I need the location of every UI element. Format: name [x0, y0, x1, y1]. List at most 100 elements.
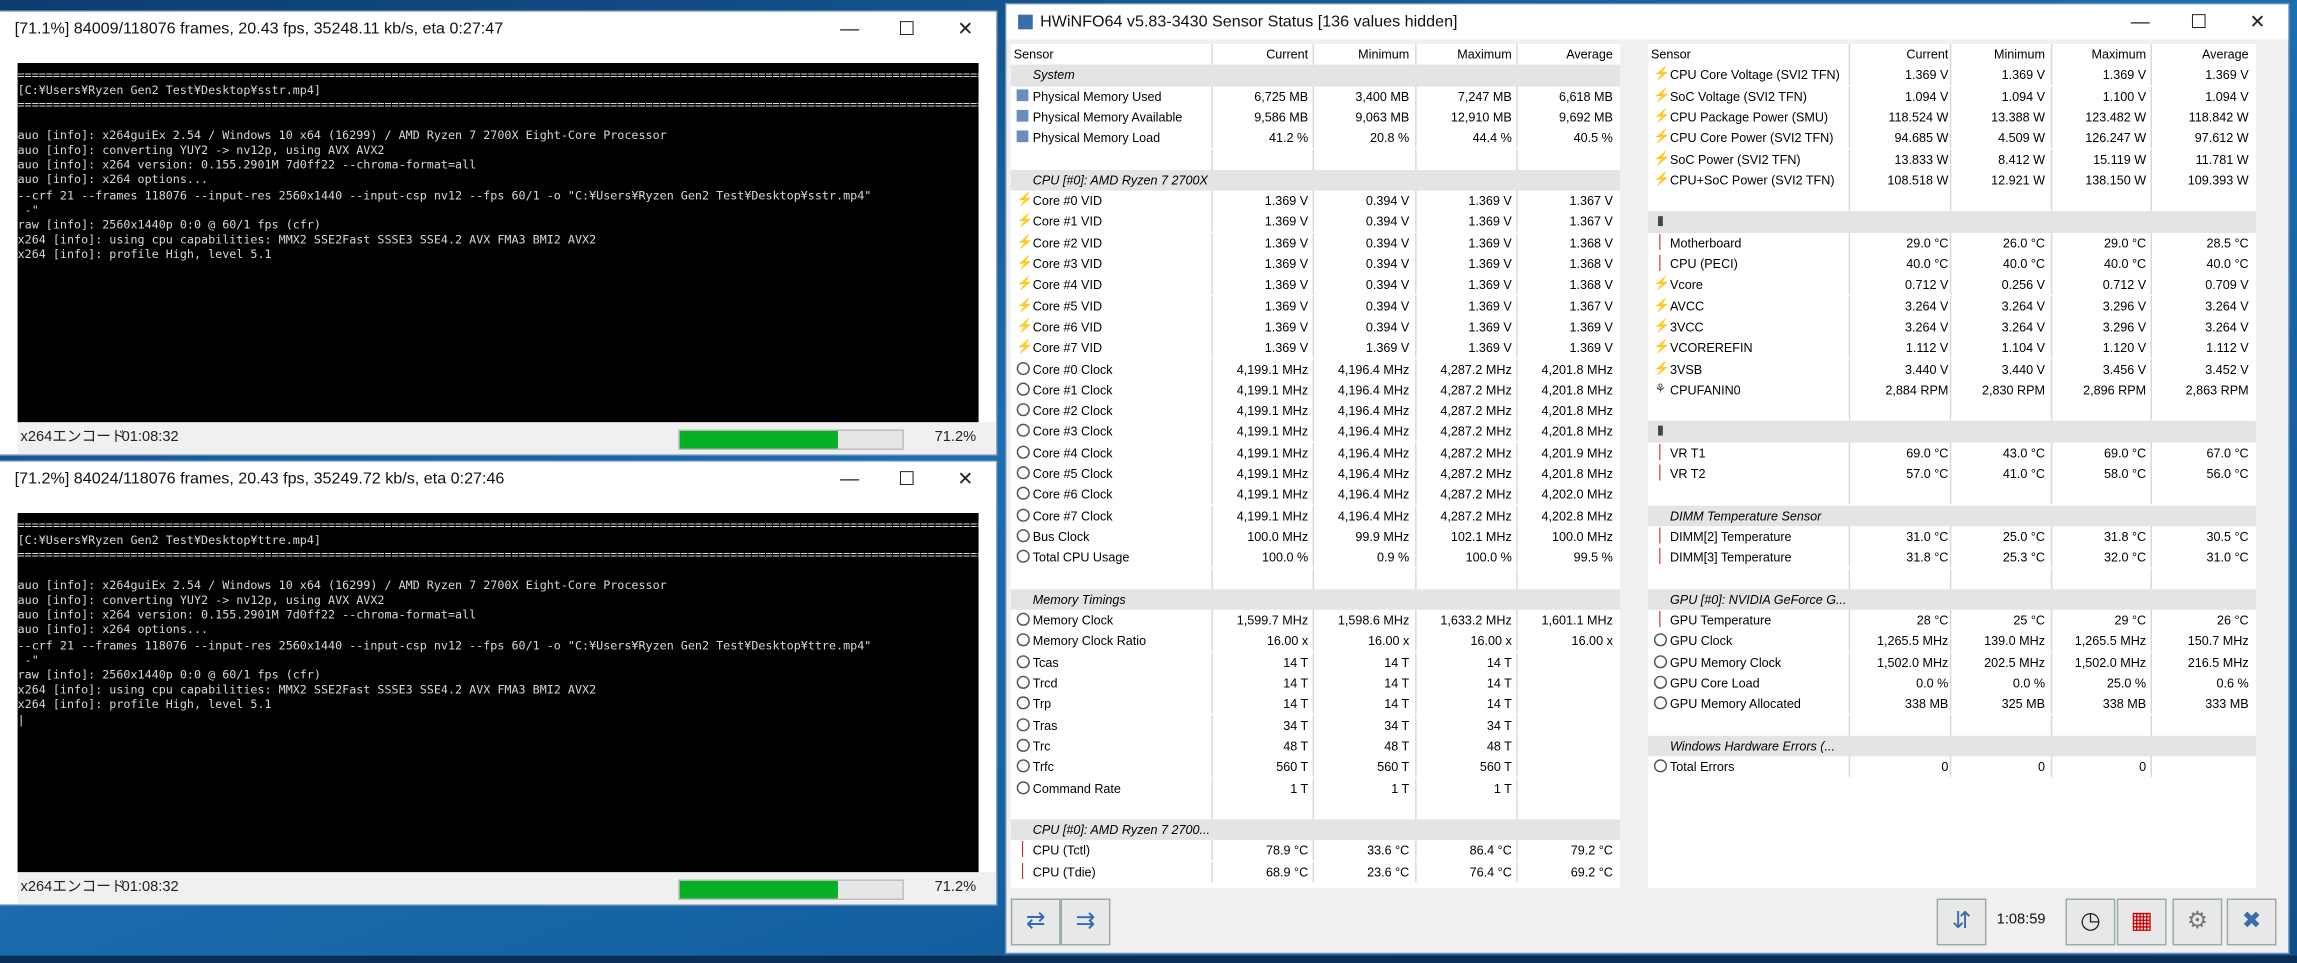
sensor-row[interactable]: ⚡ CPU Package Power (SMU) 118.524 W 13.388 … — [1648, 106, 2256, 128]
sensor-table-right[interactable]: Sensor Current Minimum Maximum Average ⚡ CPU C… — [1648, 43, 2256, 889]
sensor-row[interactable]: GPU Clock 1,265.5 MHz 139.0 MHz 1,265.5 MHz… — [1648, 630, 2256, 652]
network-icon[interactable]: ⇵ — [1936, 898, 1987, 946]
sensor-row[interactable]: ▮ — [1648, 211, 2256, 233]
sensor-row[interactable]: Core #4 Clock 4,199.1 MHz 4,196.4 MHz 4,287… — [1011, 442, 1620, 463]
sensor-group-header[interactable]: CPU [#0]: AMD Ryzen 7 2700X — [1010, 169, 1621, 191]
reset-button[interactable]: ▦ — [2116, 898, 2167, 946]
column-header[interactable]: Minimum — [1318, 44, 1409, 65]
sensor-group-header[interactable]: DIMM Temperature Sensor — [1648, 505, 2256, 527]
sensor-row[interactable]: GPU Core Load 0.0 % 0.0 % 25.0 % 0.6 % — [1648, 672, 2256, 694]
sensor-row[interactable]: Core #0 Clock 4,199.1 MHz 4,196.4 MHz 4,287… — [1011, 358, 1620, 379]
sensor-row[interactable]: ⚡ 3VSB 3.440 V 3.440 V 3.456 V 3.452 V — [1648, 358, 2256, 379]
column-header[interactable]: Maximum — [2057, 44, 2147, 65]
settings-gear-icon[interactable]: ⚙ — [2172, 898, 2223, 946]
sensor-row[interactable]: Core #3 Clock 4,199.1 MHz 4,196.4 MHz 4,287… — [1011, 421, 1620, 442]
expand-right-button[interactable]: ⇉ — [1060, 898, 1111, 946]
sensor-row[interactable]: Core #5 Clock 4,199.1 MHz 4,196.4 MHz 4,287… — [1011, 463, 1620, 484]
title-bar[interactable]: HWiNFO64 v5.83-3430 Sensor Status [136 v… — [1006, 4, 2289, 40]
sensor-row[interactable]: ⚡ VCOREREFIN 1.112 V 1.104 V 1.120 V 1.112 V — [1648, 337, 2256, 358]
sensor-row[interactable]: Memory Clock Ratio 16.00 x 16.00 x 16.00 x 1… — [1011, 630, 1620, 652]
sensor-row[interactable]: Core #7 Clock 4,199.1 MHz 4,196.4 MHz 4,287… — [1011, 505, 1620, 526]
maximize-button[interactable]: ☐ — [879, 12, 935, 47]
sensor-row[interactable]: Core #2 Clock 4,199.1 MHz 4,196.4 MHz 4,287… — [1011, 400, 1620, 421]
sensor-row[interactable]: ⚡ CPU+SoC Power (SVI2 TFN) 108.518 W 12.921… — [1648, 169, 2256, 191]
column-header[interactable]: Current — [1217, 44, 1308, 65]
sensor-group-header[interactable]: GPU [#0]: NVIDIA GeForce G... — [1648, 588, 2256, 610]
sensor-row[interactable]: ⚡ Core #7 VID 1.369 V 1.369 V 1.369 V 1.369 V — [1011, 337, 1620, 358]
sensor-row[interactable]: │ CPU (Tctl) 78.9 °C 33.6 °C 86.4 °C 79.2 °C — [1011, 840, 1620, 861]
sensor-row[interactable]: Command Rate 1 T 1 T 1 T — [1011, 777, 1620, 799]
sensor-row[interactable]: │ CPU (Tdie) 68.9 °C 23.6 °C 76.4 °C 69.2 °C — [1011, 861, 1620, 882]
sensor-row[interactable]: Trc 48 T 48 T 48 T — [1011, 735, 1620, 757]
column-header-row[interactable]: Sensor Current Minimum Maximum Average — [1648, 43, 2256, 65]
sensor-row[interactable]: GPU Memory Clock 1,502.0 MHz 202.5 MHz 1,50… — [1648, 651, 2256, 673]
sensor-row[interactable]: ▮ — [1648, 421, 2256, 443]
column-header[interactable]: Current — [1855, 44, 1948, 65]
sensor-row[interactable]: ⚡ Vcore 0.712 V 0.256 V 0.712 V 0.709 V — [1648, 274, 2256, 296]
close-sensors-icon[interactable]: ✖ — [2226, 898, 2277, 946]
sensor-row[interactable]: │ DIMM[3] Temperature 31.8 °C 25.3 °C 32.0 °… — [1648, 546, 2256, 568]
sensor-row[interactable]: ⚡ 3VCC 3.264 V 3.264 V 3.296 V 3.264 V — [1648, 316, 2256, 337]
column-header[interactable]: Sensor — [1014, 44, 1204, 65]
sensor-row[interactable]: Physical Memory Used 6,725 MB 3,400 MB 7,24… — [1011, 85, 1620, 107]
sensor-row[interactable]: Core #1 Clock 4,199.1 MHz 4,196.4 MHz 4,287… — [1011, 379, 1620, 400]
sensor-row[interactable]: ⚡ Core #2 VID 1.369 V 0.394 V 1.369 V 1.368 V — [1011, 232, 1620, 254]
sensor-row[interactable]: Core #6 Clock 4,199.1 MHz 4,196.4 MHz 4,287… — [1011, 484, 1620, 505]
sensor-row[interactable]: │ Motherboard 29.0 °C 26.0 °C 29.0 °C 28.5 °C — [1648, 232, 2256, 254]
sensor-row[interactable]: ⚡ Core #3 VID 1.369 V 0.394 V 1.369 V 1.368 V — [1011, 253, 1620, 275]
minimize-button[interactable]: — — [2112, 4, 2168, 39]
sensor-group-header[interactable]: Windows Hardware Errors (... — [1648, 735, 2256, 757]
sensor-row[interactable]: GPU Memory Allocated 338 MB 325 MB 338 MB 33… — [1648, 693, 2256, 715]
minimize-button[interactable]: — — [822, 462, 878, 497]
sensor-row[interactable]: Trp 14 T 14 T 14 T — [1011, 693, 1620, 715]
sensor-row[interactable]: │ VR T1 69.0 °C 43.0 °C 69.0 °C 67.0 °C — [1648, 442, 2256, 463]
sensor-row[interactable]: │ DIMM[2] Temperature 31.0 °C 25.0 °C 31.8 °… — [1648, 526, 2256, 547]
maximize-button[interactable]: ☐ — [879, 462, 935, 497]
column-header[interactable]: Sensor — [1651, 44, 1841, 65]
sensor-row[interactable]: Total CPU Usage 100.0 % 0.9 % 100.0 % 99.5 % — [1011, 546, 1620, 568]
column-header[interactable]: Minimum — [1956, 44, 2045, 65]
sensor-row[interactable]: ⚡ Core #4 VID 1.369 V 0.394 V 1.369 V 1.368 V — [1011, 274, 1620, 296]
sensor-row[interactable]: Physical Memory Available 9,586 MB 9,063 M… — [1011, 106, 1620, 128]
title-bar[interactable]: [71.2%] 84024/118076 frames, 20.43 fps, … — [0, 461, 997, 497]
close-button[interactable]: ✕ — [938, 12, 994, 47]
sensor-row[interactable]: Tcas 14 T 14 T 14 T — [1011, 651, 1620, 673]
sensor-row[interactable]: ⚡ CPU Core Voltage (SVI2 TFN) 1.369 V 1.369… — [1648, 64, 2256, 86]
sensor-row[interactable]: │ GPU Temperature 28 °C 25 °C 29 °C 26 °C — [1648, 609, 2256, 631]
sensor-row[interactable]: ⚡ CPU Core Power (SVI2 TFN) 94.685 W 4.509 … — [1648, 127, 2256, 149]
sensor-row[interactable]: Physical Memory Load 41.2 % 20.8 % 44.4 % 40… — [1011, 127, 1620, 149]
sensor-row[interactable]: ⚡ Core #0 VID 1.369 V 0.394 V 1.369 V 1.367 V — [1011, 190, 1620, 212]
column-header-row[interactable]: Sensor Current Minimum Maximum Average — [1010, 43, 1621, 65]
sensor-row[interactable]: ⚡ AVCC 3.264 V 3.264 V 3.296 V 3.264 V — [1648, 295, 2256, 317]
sensor-row[interactable]: Bus Clock 100.0 MHz 99.9 MHz 102.1 MHz 100.0… — [1011, 526, 1620, 547]
sensor-row[interactable]: Trcd 14 T 14 T 14 T — [1011, 672, 1620, 694]
title-bar[interactable]: [71.1%] 84009/118076 frames, 20.43 fps, … — [0, 11, 997, 47]
collapse-left-button[interactable]: ⇄ — [1010, 898, 1061, 946]
sensor-group-header[interactable]: CPU [#0]: AMD Ryzen 7 2700... — [1010, 819, 1621, 841]
column-header[interactable]: Average — [2156, 44, 2249, 65]
sensor-row[interactable]: ⚘ CPUFANIN0 2,884 RPM 2,830 RPM 2,896 RPM 2,8… — [1648, 379, 2256, 400]
sensor-group-header[interactable]: System — [1010, 64, 1621, 86]
sensor-row[interactable]: ⚡ SoC Power (SVI2 TFN) 13.833 W 8.412 W 15.1… — [1648, 148, 2256, 170]
sensor-group-header[interactable]: Memory Timings — [1010, 588, 1621, 610]
sensor-row[interactable]: ⚡ Core #5 VID 1.369 V 0.394 V 1.369 V 1.367 V — [1011, 295, 1620, 317]
sensor-row[interactable]: Total Errors 0 0 0 — [1648, 756, 2256, 778]
maximize-button[interactable]: ☐ — [2171, 4, 2227, 39]
sensor-row[interactable]: Memory Clock 1,599.7 MHz 1,598.6 MHz 1,633.… — [1011, 609, 1620, 631]
sensor-row[interactable]: │ CPU (PECI) 40.0 °C 40.0 °C 40.0 °C 40.0 °C — [1648, 253, 2256, 275]
minimize-button[interactable]: — — [822, 12, 878, 47]
sensor-row[interactable]: Tras 34 T 34 T 34 T — [1011, 714, 1620, 736]
console-output[interactable]: ========================================… — [17, 63, 979, 424]
sensor-row[interactable]: Trfc 560 T 560 T 560 T — [1011, 756, 1620, 778]
sensor-row[interactable]: ⚡ SoC Voltage (SVI2 TFN) 1.094 V 1.094 V 1.1… — [1648, 85, 2256, 107]
sensor-row[interactable]: │ VR T2 57.0 °C 41.0 °C 58.0 °C 56.0 °C — [1648, 463, 2256, 484]
column-header[interactable]: Average — [1522, 44, 1613, 65]
column-header[interactable]: Maximum — [1421, 44, 1512, 65]
sensor-table-left[interactable]: Sensor Current Minimum Maximum Average System… — [1010, 43, 1621, 889]
console-output[interactable]: ========================================… — [17, 513, 979, 874]
close-button[interactable]: ✕ — [2230, 4, 2286, 39]
sensor-row[interactable]: ⚡ Core #6 VID 1.369 V 0.394 V 1.369 V 1.369 V — [1011, 316, 1620, 337]
sensor-row[interactable]: ⚡ Core #1 VID 1.369 V 0.394 V 1.369 V 1.367 V — [1011, 211, 1620, 233]
clock-icon[interactable]: ◷ — [2065, 898, 2116, 946]
close-button[interactable]: ✕ — [938, 462, 994, 497]
